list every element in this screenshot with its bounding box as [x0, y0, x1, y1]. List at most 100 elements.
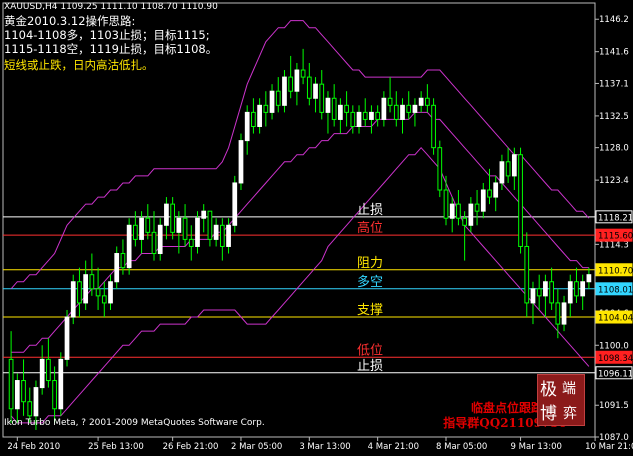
candle-body: [114, 253, 120, 283]
candle-body: [468, 203, 474, 226]
candle-body: [499, 161, 505, 184]
candle-body: [511, 154, 517, 177]
candle-body: [543, 281, 548, 297]
candle-body: [574, 281, 579, 297]
candle-body: [586, 274, 592, 283]
candle-body: [300, 69, 306, 78]
candle-body: [518, 154, 523, 247]
candle-body: [188, 238, 194, 247]
candle-body: [176, 217, 182, 233]
candle-body: [443, 189, 449, 219]
candle-body: [406, 104, 412, 113]
candle-body: [393, 104, 399, 120]
level-price-label: 1118.21: [598, 213, 633, 223]
candle-body: [101, 295, 107, 304]
chart: 止损 高位 阻力 多空 支撑 低位 止损 1146.2 1141.6 1137.1 1132.5 11…: [0, 0, 633, 452]
candle-body: [8, 358, 14, 410]
candle-body: [251, 111, 256, 127]
candle-body: [46, 358, 51, 382]
candle-body: [263, 104, 269, 113]
candle-body: [524, 245, 530, 304]
candle-body: [164, 203, 169, 226]
level-price-label: 1108.01: [598, 285, 633, 295]
candle-body: [275, 90, 281, 106]
candle-body: [108, 281, 113, 304]
candle-body: [83, 274, 89, 304]
candle-body: [201, 210, 207, 219]
x-tick-label: 4 Mar 21:00: [368, 442, 419, 452]
level-label: 多空: [357, 274, 383, 290]
y-tick-label: 1137.1: [599, 79, 629, 89]
level-price-label: 1104.04: [598, 314, 633, 324]
notes-title: 黄金2010.3.12操作思路:: [4, 14, 136, 28]
candle-body: [219, 224, 225, 247]
x-tick-label: 8 Mar 05:00: [436, 442, 487, 452]
y-tick-label: 1114.3: [599, 240, 629, 250]
candle-body: [238, 140, 244, 184]
candle-body: [52, 380, 57, 410]
candle-body: [126, 224, 132, 269]
candle-body: [350, 111, 356, 127]
candle-body: [288, 76, 294, 92]
candle-body: [456, 203, 461, 219]
candle-body: [362, 111, 368, 120]
level-price-label: 1098.34: [598, 354, 633, 364]
candle-body: [58, 358, 64, 410]
level-price-label: 1115.60: [598, 232, 633, 242]
copyright-text: Ikon Turbo Meta, ? 2001-2009 MetaQuotes …: [4, 418, 265, 428]
candle-body: [145, 217, 151, 233]
candle-body: [400, 104, 405, 120]
candle-body: [331, 97, 337, 120]
candle-body: [369, 111, 374, 120]
logo-icon: 极 端 博 弈: [540, 380, 577, 424]
svg-text:博: 博: [540, 404, 557, 424]
candle-body: [437, 147, 443, 191]
candle-body: [487, 189, 492, 198]
svg-text:极: 极: [540, 380, 557, 400]
candle-body: [387, 97, 393, 106]
candle-body: [151, 231, 157, 255]
candle-body: [555, 302, 561, 325]
level-label: 止损: [357, 359, 383, 374]
candle-body: [139, 217, 144, 240]
candle-body: [313, 83, 318, 99]
candle-body: [567, 281, 573, 304]
y-tick-label: 1100.0: [599, 341, 629, 351]
level-label: 高位: [357, 220, 383, 236]
logo-stamp: 极 端 博 弈: [537, 374, 585, 426]
level-price-label: 1110.70: [598, 266, 633, 276]
candle-body: [338, 104, 343, 120]
candle-body: [549, 281, 554, 304]
y-tick-label: 1091.5: [599, 401, 629, 411]
candle-body: [424, 97, 430, 106]
candle-body: [474, 203, 480, 212]
candle-body: [170, 203, 176, 233]
candle-body: [561, 302, 567, 325]
candle-body: [319, 83, 325, 113]
candle-body: [431, 104, 436, 149]
candle-body: [64, 316, 70, 360]
y-tick-label: 1128.0: [599, 144, 629, 154]
candle-body: [493, 182, 499, 198]
x-tick-label: 2 Mar 05:00: [231, 442, 282, 452]
candle-body: [375, 111, 381, 120]
candle-body: [282, 76, 287, 106]
y-tick-label: 1123.4: [599, 176, 629, 186]
candle-body: [33, 387, 39, 417]
candle-body: [89, 274, 95, 290]
notes-line-3: 短线或止跌，日内高沽低扎。: [4, 58, 154, 72]
symbol-header: XAUUSD,H4 1109.25 1111.10 1108.70 1110.9…: [4, 2, 218, 12]
x-tick-label: 25 Feb 13:00: [88, 442, 144, 452]
candle-body: [27, 401, 33, 417]
x-tick-label: 26 Feb 21:00: [163, 442, 219, 452]
candle-body: [580, 281, 586, 297]
level-label: 阻力: [357, 256, 383, 271]
candle-body: [182, 217, 188, 240]
candle-body: [226, 224, 231, 247]
x-tick-label: 9 Mar 13:00: [511, 442, 562, 452]
notes-line-2: 1115-1118空，1119止损，目标1108。: [4, 42, 218, 56]
candle-body: [418, 97, 424, 106]
x-tick-label: 24 Feb 2010: [7, 442, 60, 452]
y-tick-label: 1132.5: [599, 112, 629, 122]
y-tick-label: 1146.2: [599, 15, 629, 25]
